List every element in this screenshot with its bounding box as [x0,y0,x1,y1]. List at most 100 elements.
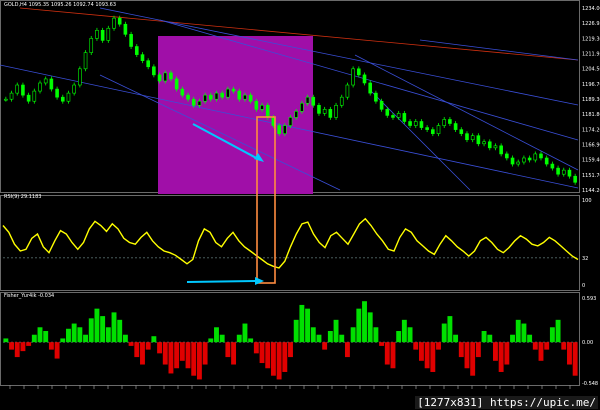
candle-body [237,90,242,100]
fisher-bar [236,334,242,343]
fisher-bar [162,342,168,365]
fisher-bar [453,334,459,343]
fisher-bar [464,342,470,369]
candle-body [180,88,185,96]
fisher-bar [219,334,225,343]
fisher-bar [504,342,510,365]
fisher-bar [14,342,20,358]
fisher-bar [140,342,145,365]
price-tick-label: 1166.90 [582,143,600,149]
candle-body [146,60,150,68]
fisher-bar [572,342,578,376]
candle-body [38,82,42,92]
price-axis: 1234.00 1226.93 1219.30 1211.95 1204.50 1196.… [582,6,600,194]
fisher-bar [94,308,100,343]
fisher-bar [470,342,476,376]
fisher-bar [493,342,498,361]
fisher-bar [498,342,504,372]
fisher-bar [259,342,265,364]
candle-body [15,84,20,94]
candle-body [487,141,492,149]
candle-body [169,72,173,80]
fisher-bar [327,331,333,343]
fisher-bar [333,319,339,343]
candle-body [431,129,435,134]
candle-body [265,104,270,118]
candle-body [254,100,259,110]
fisher-bar [310,327,316,343]
fisher-bar [356,308,362,343]
fisher-bar [88,318,94,343]
fisher-pane-label: Fisher_Yur4ik -0.034 [4,293,55,299]
candle-body [100,29,105,41]
candle-body [66,92,71,102]
fisher-bar [208,338,214,343]
fisher-bar [441,323,447,343]
fisher-bar [111,312,117,343]
candle-body [243,94,247,100]
fisher-bar [43,331,49,343]
candle-body [465,133,469,141]
fisher-bar [549,327,555,343]
fisher-bar [54,342,60,359]
price-tick-label: 1159.40 [582,158,600,164]
fisher-bar [293,319,299,343]
candle-body [368,82,373,94]
fisher-bar [367,312,373,343]
fisher-bar [282,342,288,372]
candle-body [300,102,304,112]
candle-body [288,117,293,126]
watermark: [1277x831] https://upic.me/ [415,396,598,409]
candle-body [214,92,219,100]
candle-body [493,145,498,149]
rsi-tick-label: 32 [582,256,588,262]
fisher-bar [196,342,202,380]
candle-body [505,153,509,159]
candle-body [277,125,281,134]
fisher-bar [424,342,430,369]
fisher-bar [248,338,254,343]
candle-body [573,175,577,183]
candle-body [163,72,168,82]
candle-body [459,129,464,134]
rsi-line [2,217,579,269]
fisher-bar [157,342,163,354]
fisher-bar [242,323,248,343]
fisher-bar [344,342,350,358]
candle-body [522,157,526,163]
price-tick-label: 1234.00 [582,6,600,12]
candle-body [89,38,94,53]
candle-body [567,169,572,177]
candle-body [231,88,236,92]
candle-body [55,88,59,98]
rsi-tick-label: 100 [582,198,592,204]
fisher-bar [515,319,521,343]
fisher-bar [475,342,481,358]
fisher-bar [538,342,544,361]
candle-body [499,145,503,155]
fisher-bar [265,342,271,369]
candle-body [174,78,179,90]
fisher-bar [214,327,219,343]
price-tick-label: 1144.20 [582,188,600,194]
candle-body [362,74,367,84]
candle-body [510,157,515,165]
fisher-bar [527,334,533,343]
fisher-bar [128,342,134,346]
rsi-tick-label: 0 [582,283,585,289]
price-tick-label: 1219.30 [582,36,600,42]
fisher-bar [458,342,464,358]
fisher-bar [270,342,276,376]
fisher-bar [532,342,538,350]
candle-body [539,153,543,159]
candle-body [442,119,447,126]
candle-body [260,104,264,110]
arrow-rsi[interactable] [186,277,264,285]
candle-body [4,98,8,101]
fisher-bar [117,319,123,343]
candle-body [516,161,521,165]
chart-window[interactable]: 1234.00 1226.93 1219.30 1211.95 1204.50 1196.… [0,0,600,410]
candle-body [550,163,555,169]
candle-body [294,111,298,118]
fisher-bar [544,342,550,350]
